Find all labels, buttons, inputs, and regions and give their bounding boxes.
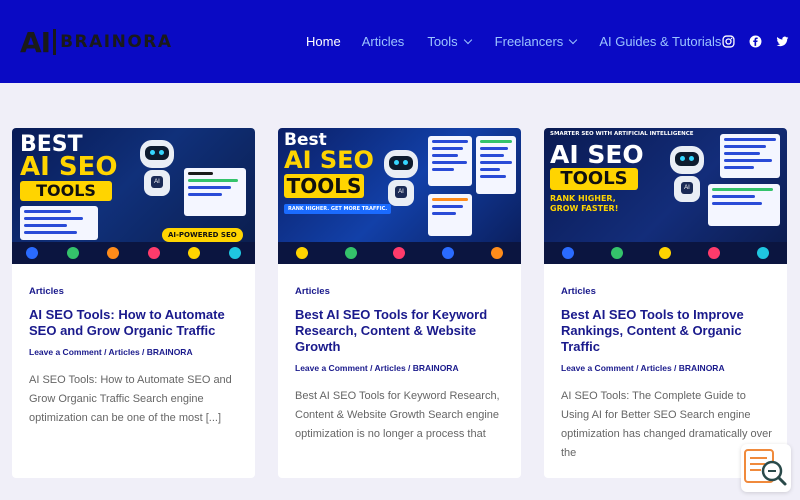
thumb-analytics-panel [184, 168, 246, 216]
post-excerpt: AI SEO Tools: How to Automate SEO and Gr… [29, 374, 232, 424]
post-body: Articles Best AI SEO Tools for Keyword R… [295, 286, 507, 444]
post-thumbnail[interactable]: Best AI SEO TOOLS RANK HIGHER. GET MORE … [278, 128, 521, 264]
nav-articles-label: Articles [361, 34, 405, 49]
post-excerpt: Best AI SEO Tools for Keyword Research, … [295, 390, 500, 440]
logo-wordmark: BRAINORA [60, 32, 173, 52]
search-document-icon [744, 449, 787, 486]
post-category[interactable]: Articles [561, 286, 773, 297]
thumb-tagline: RANK HIGHER, GROW FASTER! [550, 194, 619, 213]
thumb-heading-ai-seo: AI SEO [20, 152, 118, 182]
facebook-icon[interactable] [749, 35, 762, 48]
nav-articles[interactable]: Articles [362, 34, 405, 49]
post-card[interactable]: SMARTER SEO WITH ARTIFICIAL INTELLIGENCE… [544, 128, 787, 478]
post-title[interactable]: Best AI SEO Tools to Improve Rankings, C… [561, 307, 773, 355]
nav-tools-label: Tools [427, 34, 458, 49]
nav-tools[interactable]: Tools [427, 34, 472, 49]
nav-home[interactable]: Home [306, 34, 341, 49]
chevron-down-icon [463, 35, 472, 44]
post-thumbnail[interactable]: SMARTER SEO WITH ARTIFICIAL INTELLIGENCE… [544, 128, 787, 264]
nav-freelancers[interactable]: Freelancers [494, 34, 578, 49]
thumb-tagline: RANK HIGHER. GET MORE TRAFFIC. [284, 204, 392, 214]
post-card[interactable]: Best AI SEO TOOLS RANK HIGHER. GET MORE … [278, 128, 521, 478]
thumb-checklist [20, 206, 98, 240]
post-body: Articles AI SEO Tools: How to Automate S… [29, 286, 241, 428]
nav-ai-guides[interactable]: AI Guides & Tutorials [599, 34, 721, 49]
nav-home-label: Home [306, 34, 341, 49]
post-title[interactable]: AI SEO Tools: How to Automate SEO and Gr… [29, 307, 241, 339]
thumb-feature-strip [278, 242, 521, 264]
post-body: Articles Best AI SEO Tools to Improve Ra… [561, 286, 773, 463]
thumb-heading-tools: TOOLS [284, 174, 364, 198]
thumb-who-panel [428, 194, 472, 236]
nav-freelancers-label: Freelancers [494, 34, 564, 49]
post-title[interactable]: Best AI SEO Tools for Keyword Research, … [295, 307, 507, 355]
post-meta[interactable]: Leave a Comment / Articles / BRAINORA [561, 363, 773, 373]
thumb-ai-powered-badge: AI-POWERED SEO [162, 228, 243, 242]
twitter-icon[interactable] [776, 35, 789, 48]
thumb-feature-list [720, 134, 780, 178]
social-links [722, 35, 800, 48]
thumb-feature-strip [12, 242, 255, 264]
instagram-icon[interactable] [722, 35, 735, 48]
nav-ai-guides-label: AI Guides & Tutorials [599, 34, 722, 49]
thumb-tools-panel [476, 136, 516, 194]
thumb-benefits-panel [428, 136, 472, 186]
thumb-heading-tools: TOOLS [20, 181, 112, 201]
post-category[interactable]: Articles [295, 286, 507, 297]
post-meta[interactable]: Leave a Comment / Articles / BRAINORA [29, 347, 241, 357]
thumb-heading-ai-seo: AI SEO [550, 140, 644, 169]
site-header: AI BRAINORA Home Articles Tools Freelanc… [0, 0, 800, 83]
chevron-down-icon [569, 35, 578, 44]
thumb-analytics-panel [708, 184, 780, 226]
thumb-heading-ai-seo: AI SEO [284, 146, 374, 174]
post-meta[interactable]: Leave a Comment / Articles / BRAINORA [295, 363, 507, 373]
thumb-feature-strip [544, 242, 787, 264]
floating-search-widget[interactable] [741, 444, 791, 492]
logo-ai-mark: AI [20, 25, 51, 59]
site-logo[interactable]: AI BRAINORA [20, 25, 173, 59]
thumb-heading-tools: TOOLS [550, 168, 638, 190]
thumb-eyebrow: SMARTER SEO WITH ARTIFICIAL INTELLIGENCE [550, 131, 694, 137]
post-card[interactable]: BEST AI SEO TOOLS AI AI-POWERED SEO Arti… [12, 128, 255, 478]
logo-divider [53, 29, 57, 55]
main-nav: Home Articles Tools Freelancers AI Guide… [306, 34, 721, 49]
post-thumbnail[interactable]: BEST AI SEO TOOLS AI AI-POWERED SEO [12, 128, 255, 264]
post-category[interactable]: Articles [29, 286, 241, 297]
